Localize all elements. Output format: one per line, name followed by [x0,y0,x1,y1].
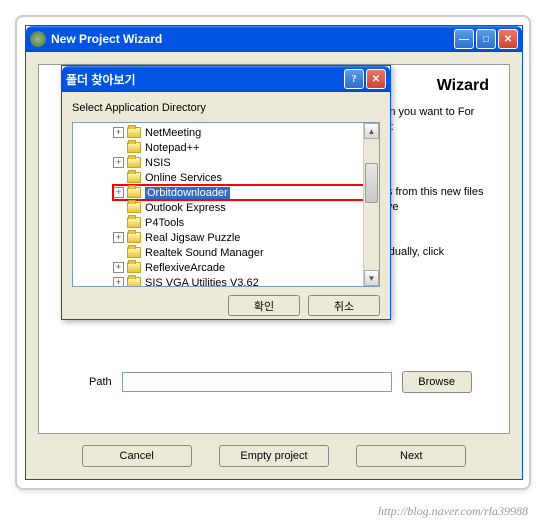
close-button[interactable]: ✕ [498,29,518,49]
browse-close-button[interactable]: ✕ [366,69,386,89]
expand-icon [113,142,124,153]
browse-titlebar[interactable]: 폴더 찾아보기 ? ✕ [62,66,390,92]
tree-item-nsis[interactable]: + NSIS [113,155,379,170]
expand-icon[interactable]: + [113,262,124,273]
expand-icon[interactable]: + [113,187,124,198]
tree-item-reflexivearcade[interactable]: + ReflexiveArcade [113,260,379,275]
tree-item-label: SIS VGA Utilities V3.62 [145,277,259,288]
cancel-button[interactable]: Cancel [82,445,192,467]
browse-button[interactable]: Browse [402,371,472,393]
tree-item-label: Real Jigsaw Puzzle [145,232,240,244]
browse-instruction: Select Application Directory [72,102,380,114]
tree-item-label: ReflexiveArcade [145,262,225,274]
tree-item-label: Outlook Express [145,202,226,214]
tree-item-label: Notepad++ [145,142,199,154]
tree-item-label: Realtek Sound Manager [145,247,264,259]
expand-icon [113,247,124,258]
folder-icon [127,172,141,183]
ok-button[interactable]: 확인 [228,295,300,316]
scroll-down-button[interactable]: ▼ [364,270,379,286]
folder-icon [127,142,141,153]
expand-icon[interactable]: + [113,277,124,287]
path-label: Path [89,376,112,388]
tree-item-label: NSIS [145,157,171,169]
folder-icon [127,202,141,213]
watermark: http://blog.naver.com/rla39988 [378,504,528,519]
expand-icon[interactable]: + [113,157,124,168]
tree-item-realtek-sound-manager[interactable]: Realtek Sound Manager [113,245,379,260]
folder-icon [127,262,141,273]
folder-icon [127,217,141,228]
app-icon [30,31,46,47]
minimize-button[interactable]: — [454,29,474,49]
tree-item-label: Online Services [145,172,222,184]
scroll-thumb[interactable] [365,163,378,203]
folder-tree[interactable]: + NetMeeting Notepad++ + NSIS Online Services… [72,122,380,287]
expand-icon [113,172,124,183]
folder-icon [127,232,141,243]
wizard-heading: Wizard [437,77,489,95]
browse-cancel-button[interactable]: 취소 [308,295,380,316]
tree-item-outlook-express[interactable]: Outlook Express [113,200,379,215]
expand-icon [113,217,124,228]
tree-item-label: Orbitdownloader [145,187,230,199]
path-input[interactable] [122,372,392,392]
tree-scrollbar[interactable]: ▲ ▼ [363,123,379,286]
tree-item-online-services[interactable]: Online Services [113,170,379,185]
tree-item-real-jigsaw-puzzle[interactable]: + Real Jigsaw Puzzle [113,230,379,245]
folder-icon [127,187,141,198]
expand-icon[interactable]: + [113,232,124,243]
wizard-title: New Project Wizard [51,32,454,46]
empty-project-button[interactable]: Empty project [219,445,329,467]
tree-item-label: P4Tools [145,217,184,229]
folder-icon [127,127,141,138]
tree-item-orbitdownloader[interactable]: + Orbitdownloader [113,185,379,200]
browse-title: 폴더 찾아보기 [66,71,344,88]
expand-icon [113,202,124,213]
tree-item-p4tools[interactable]: P4Tools [113,215,379,230]
folder-icon [127,157,141,168]
expand-icon[interactable]: + [113,127,124,138]
tree-item-sis-vga-utilities-v3-62[interactable]: + SIS VGA Utilities V3.62 [113,275,379,287]
maximize-button[interactable]: □ [476,29,496,49]
scroll-up-button[interactable]: ▲ [364,123,379,139]
tree-item-label: NetMeeting [145,127,201,139]
folder-icon [127,247,141,258]
folder-icon [127,277,141,287]
wizard-titlebar[interactable]: New Project Wizard — □ ✕ [26,26,522,52]
browse-folder-dialog: 폴더 찾아보기 ? ✕ Select Application Directory… [61,65,391,320]
tree-item-notepad-[interactable]: Notepad++ [113,140,379,155]
next-button[interactable]: Next [356,445,466,467]
help-button[interactable]: ? [344,69,364,89]
tree-item-netmeeting[interactable]: + NetMeeting [113,125,379,140]
